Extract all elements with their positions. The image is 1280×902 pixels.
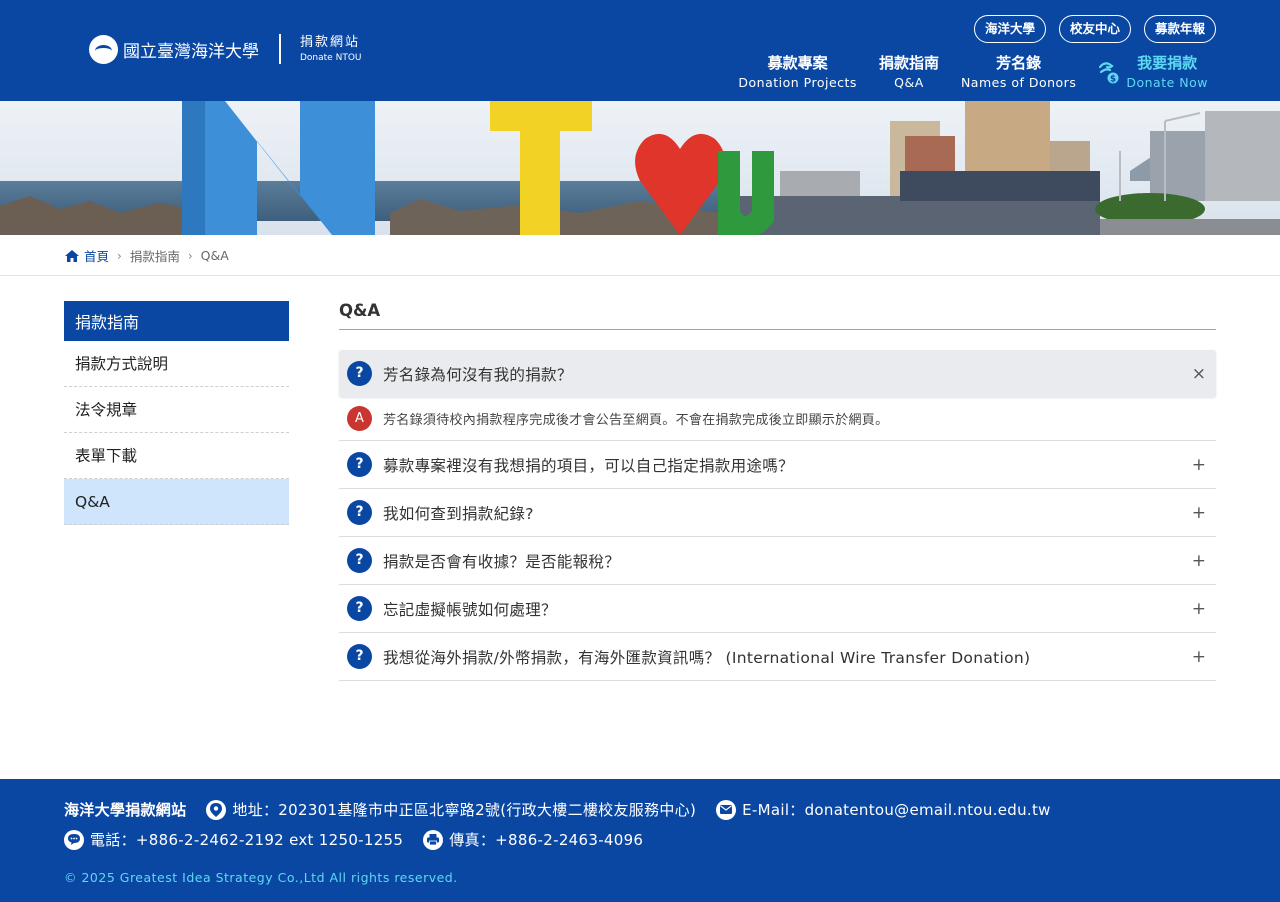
breadcrumb: 首頁 › 捐款指南 › Q&A [65,246,229,265]
footer-fax-text: 傳真：+886-2-2463-4096 [449,831,644,849]
qa-item: ? 我如何查到捐款紀錄? + [339,489,1216,537]
qa-question-text: 忘記虛擬帳號如何處理？ [383,600,557,619]
footer-row-phone: 電話：+886-2-2462-2192 ext 1250-1255 傳真：+88… [64,829,663,850]
nav-label-zh: 我要捐款 [1137,54,1198,72]
breadcrumb-home-link[interactable]: 首頁 [65,246,109,265]
email-icon [716,799,737,820]
question-badge-icon: ? [347,500,372,525]
sidebar-item-qa[interactable]: Q&A [64,479,289,525]
qa-question-toggle[interactable]: ? 募款專案裡沒有我想捐的項目，可以自己指定捐款用途嗎？ + [339,441,1216,488]
nav-donation-projects[interactable]: 募款專案 Donation Projects [727,53,868,93]
main-content: Q&A ? 芳名錄為何沒有我的捐款？ × A 芳名錄須待校內捐款程序完成後才會公… [339,301,1216,681]
donate-hand-icon: $ [1098,59,1120,85]
logo-school-name: 國立臺灣海洋大學 [123,41,259,62]
nav-label-zh: 芳名錄 [996,54,1042,72]
qa-question-text: 芳名錄為何沒有我的捐款？ [383,365,573,384]
footer-copyright: © 2025 Greatest Idea Strategy Co.,Ltd Al… [64,870,458,885]
qa-question-text: 捐款是否會有收據？是否能報稅？ [383,552,621,571]
hero-banner [0,101,1280,235]
question-badge-icon: ? [347,548,372,573]
question-badge-icon: ? [347,361,372,386]
chevron-right-icon: › [117,248,122,263]
logo-divider [279,34,281,64]
nav-label-zh: 捐款指南 [878,54,939,72]
qa-question-text: 我如何查到捐款紀錄? [383,504,534,523]
qa-answer-text: 芳名錄須待校內捐款程序完成後才會公告至網頁。不會在捐款完成後立即顯示於網頁。 [383,413,889,428]
top-link-ntou[interactable]: 海洋大學 [973,15,1046,43]
sidebar-item-regulations[interactable]: 法令規章 [64,387,289,433]
footer-email-link[interactable]: E-Mail：donatentou@email.ntou.edu.tw [742,799,1051,820]
nav-label-en: Donate Now [1126,75,1208,90]
footer-fax: 傳真：+886-2-2463-4096 [423,829,643,850]
nav-names-of-donors[interactable]: 芳名錄 Names of Donors [950,53,1087,93]
qa-item: ? 捐款是否會有收據？是否能報稅？ + [339,537,1216,585]
breadcrumb-current: Q&A [200,248,229,263]
qa-question-toggle[interactable]: ? 忘記虛擬帳號如何處理？ + [339,585,1216,632]
footer-phone-text: 電話：+886-2-2462-2192 ext 1250-1255 [90,831,404,849]
qa-answer: A 芳名錄須待校內捐款程序完成後才會公告至網頁。不會在捐款完成後立即顯示於網頁。 [339,397,1216,440]
footer-site-name: 海洋大學捐款網站 [64,801,187,819]
plus-icon[interactable]: + [1192,551,1206,571]
top-link-annual-report[interactable]: 募款年報 [1143,15,1216,43]
question-badge-icon: ? [347,596,372,621]
nav-donation-guide[interactable]: 捐款指南 Q&A [868,53,950,93]
qa-question-toggle[interactable]: ? 芳名錄為何沒有我的捐款？ × [339,350,1216,397]
close-icon[interactable]: × [1192,364,1206,384]
nav-label-zh: 募款專案 [767,54,828,72]
footer-address-text: 地址：202301基隆市中正區北寧路2號(行政大樓二樓校友服務中心) [232,801,697,819]
top-links: 海洋大學 校友中心 募款年報 [973,15,1216,43]
qa-item: ? 芳名錄為何沒有我的捐款？ × A 芳名錄須待校內捐款程序完成後才會公告至網頁… [339,350,1216,441]
breadcrumb-bar: 首頁 › 捐款指南 › Q&A [0,235,1280,276]
fax-icon [423,829,444,850]
nav-donate-now[interactable]: $ 我要捐款 Donate Now [1087,53,1216,93]
ntou-letters-banner-image [0,101,1280,235]
qa-question-text: 募款專案裡沒有我想捐的項目，可以自己指定捐款用途嗎？ [383,456,794,475]
qa-item: ? 我想從海外捐款/外幣捐款，有海外匯款資訊嗎？ (International … [339,633,1216,681]
question-badge-icon: ? [347,452,372,477]
qa-item: ? 募款專案裡沒有我想捐的項目，可以自己指定捐款用途嗎？ + [339,441,1216,489]
qa-question-toggle[interactable]: ? 捐款是否會有收據？是否能報稅？ + [339,537,1216,584]
plus-icon[interactable]: + [1192,599,1206,619]
school-emblem-icon [89,34,118,64]
nav-label-en: Names of Donors [960,75,1077,90]
sidebar: 捐款指南 捐款方式說明 法令規章 表單下載 Q&A [64,301,289,525]
qa-question-toggle[interactable]: ? 我如何查到捐款紀錄? + [339,489,1216,536]
home-icon [65,249,79,262]
svg-text:$: $ [1110,75,1116,85]
location-icon [206,799,227,820]
question-badge-icon: ? [347,644,372,669]
logo-site-zh: 捐款網站 [300,34,361,50]
qa-item: ? 忘記虛擬帳號如何處理？ + [339,585,1216,633]
plus-icon[interactable]: + [1192,455,1206,475]
site-logo[interactable]: 國立臺灣海洋大學 捐款網站 Donate NTOU [89,34,361,64]
sidebar-item-forms[interactable]: 表單下載 [64,433,289,479]
main-nav: 募款專案 Donation Projects 捐款指南 Q&A 芳名錄 Name… [727,53,1216,93]
footer-email: E-Mail：donatentou@email.ntou.edu.tw [716,799,1051,820]
breadcrumb-home-label: 首頁 [84,249,110,264]
plus-icon[interactable]: + [1192,647,1206,667]
qa-question-text: 我想從海外捐款/外幣捐款，有海外匯款資訊嗎？ (International Wi… [383,648,1031,667]
footer-address: 地址：202301基隆市中正區北寧路2號(行政大樓二樓校友服務中心) [206,799,696,820]
site-footer: 海洋大學捐款網站 地址：202301基隆市中正區北寧路2號(行政大樓二樓校友服務… [0,779,1280,902]
top-link-alumni[interactable]: 校友中心 [1058,15,1131,43]
footer-phone: 電話：+886-2-2462-2192 ext 1250-1255 [64,829,403,850]
qa-question-toggle[interactable]: ? 我想從海外捐款/外幣捐款，有海外匯款資訊嗎？ (International … [339,633,1216,680]
plus-icon[interactable]: + [1192,503,1206,523]
nav-label-en: Donation Projects [738,75,857,90]
qa-list: ? 芳名錄為何沒有我的捐款？ × A 芳名錄須待校內捐款程序完成後才會公告至網頁… [339,350,1216,681]
footer-row-contact: 海洋大學捐款網站 地址：202301基隆市中正區北寧路2號(行政大樓二樓校友服務… [64,799,1071,820]
sidebar-item-donation-methods[interactable]: 捐款方式說明 [64,341,289,387]
nav-label-en: Q&A [894,75,924,90]
answer-badge-icon: A [347,406,372,431]
breadcrumb-level1[interactable]: 捐款指南 [130,246,180,265]
site-header: 國立臺灣海洋大學 捐款網站 Donate NTOU 海洋大學 校友中心 募款年報… [0,0,1280,101]
logo-site-en: Donate NTOU [300,52,362,63]
page-title: Q&A [339,301,1216,330]
sidebar-title: 捐款指南 [64,301,289,341]
chat-icon [64,829,84,850]
chevron-right-icon: › [187,248,193,263]
logo-site-name: 捐款網站 Donate NTOU [300,36,361,63]
